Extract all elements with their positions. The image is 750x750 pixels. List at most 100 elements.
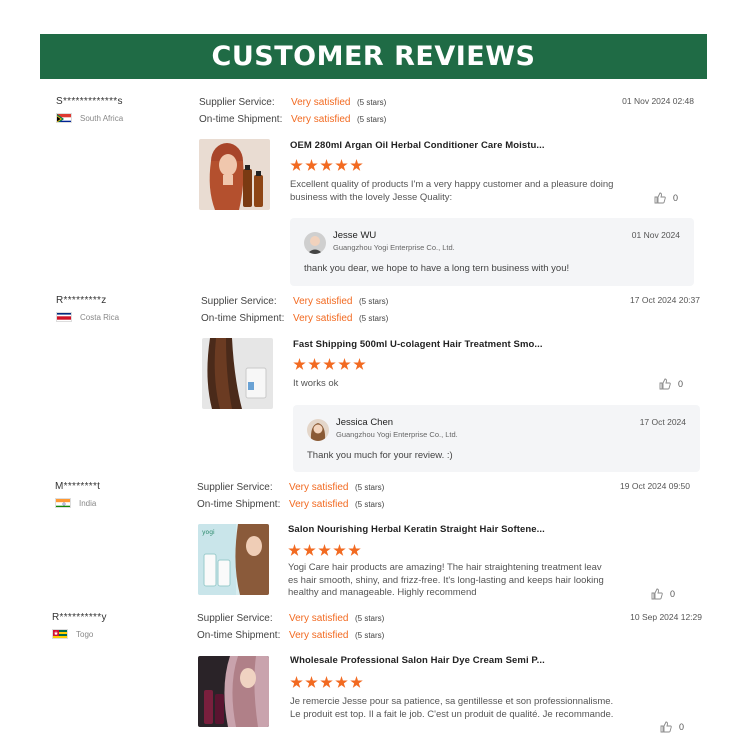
like-button[interactable]: 0 (659, 378, 683, 390)
thumbs-up-icon (654, 192, 666, 204)
reviewer-country: Costa Rica (56, 312, 119, 322)
star-icon (288, 544, 301, 556)
review-item: S*************s South Africa Supplier Se… (56, 96, 716, 291)
star-icon (318, 544, 331, 556)
reviewer-name: R*********z (56, 295, 107, 306)
supplier-service-label: Supplier Service: (201, 296, 277, 307)
reviewer-country: India (55, 498, 96, 508)
shipment-value: Very satisfied (293, 313, 353, 324)
customer-reviews-banner: CUSTOMER REVIEWS (40, 34, 707, 79)
south-africa-flag-icon (56, 113, 72, 123)
reviewer-name: M********t (55, 481, 101, 492)
review-timestamp: 01 Nov 2024 02:48 (622, 96, 694, 106)
country-name: Costa Rica (80, 312, 120, 322)
country-name: Togo (76, 629, 94, 639)
reply-author-name: Jesse WU (333, 230, 377, 241)
star-icon (350, 676, 363, 688)
shipment-stars: (5 stars) (357, 115, 387, 124)
product-rating-stars (293, 358, 366, 371)
star-icon (338, 358, 351, 370)
reply-company: Guangzhou Yogi Enterprise Co., Ltd. (333, 243, 455, 252)
supplier-service-stars: (5 stars) (359, 297, 389, 306)
product-rating-stars (290, 159, 363, 172)
like-count: 0 (678, 379, 684, 389)
supplier-service-stars: (5 stars) (357, 98, 387, 107)
svg-text:yogi: yogi (202, 529, 215, 536)
shipment-label: On-time Shipment: (201, 313, 285, 324)
star-icon (308, 358, 321, 370)
product-image[interactable]: yogi (198, 524, 269, 595)
shipment-row: On-time Shipment: Very satisfied (5 star… (197, 499, 384, 510)
supplier-service-value: Very satisfied (289, 613, 349, 624)
product-title-link[interactable]: OEM 280ml Argan Oil Herbal Conditioner C… (290, 140, 545, 151)
reply-date: 17 Oct 2024 (639, 417, 686, 427)
shipment-value: Very satisfied (289, 630, 349, 641)
product-image[interactable] (199, 139, 270, 210)
review-text: Yogi Care hair products are amazing! The… (288, 562, 604, 598)
like-button[interactable]: 0 (654, 192, 678, 204)
supplier-service-label: Supplier Service: (197, 482, 273, 493)
star-icon (305, 676, 318, 688)
review-text: It works ok (293, 378, 339, 389)
supplier-service-row: Supplier Service: Very satisfied (5 star… (197, 613, 384, 624)
supplier-service-row: Supplier Service: Very satisfied (5 star… (197, 482, 384, 493)
like-count: 0 (673, 193, 679, 203)
product-rating-stars (290, 676, 363, 689)
costa-rica-flag-icon (56, 312, 72, 322)
star-icon (335, 676, 348, 688)
supplier-service-row: Supplier Service: Very satisfied (5 star… (201, 296, 388, 307)
thumbs-up-icon (660, 721, 672, 733)
country-name: South Africa (80, 113, 124, 123)
reply-text: Thank you much for your review. :) (307, 450, 453, 461)
review-item: M********t India Supplier Service: Very … (55, 481, 715, 606)
star-icon (320, 159, 333, 171)
star-icon (293, 358, 306, 370)
like-button[interactable]: 0 (660, 721, 684, 733)
supplier-service-value: Very satisfied (293, 296, 353, 307)
reviewer-name: S*************s (56, 96, 123, 107)
review-timestamp: 10 Sep 2024 12:29 (630, 612, 702, 622)
review-item: R*********z Costa Rica Supplier Service:… (56, 295, 716, 475)
supplier-service-value: Very satisfied (291, 97, 351, 108)
review-text: Excellent quality of products I'm a very… (290, 179, 614, 203)
reply-date: 01 Nov 2024 (631, 230, 680, 240)
star-icon (290, 676, 303, 688)
india-flag-icon (55, 498, 71, 508)
shipment-label: On-time Shipment: (199, 114, 283, 125)
like-button[interactable]: 0 (651, 588, 675, 600)
reply-text: thank you dear, we hope to have a long t… (304, 263, 570, 274)
like-count: 0 (670, 589, 676, 599)
supplier-service-label: Supplier Service: (197, 613, 273, 624)
star-icon (335, 159, 348, 171)
product-title-link[interactable]: Fast Shipping 500ml U-colagent Hair Trea… (293, 339, 543, 350)
star-icon (333, 544, 346, 556)
product-image[interactable] (202, 338, 273, 409)
reviewer-country: Togo (52, 629, 93, 639)
thumbs-up-icon (659, 378, 671, 390)
review-timestamp: 19 Oct 2024 09:50 (620, 481, 690, 491)
shipment-row: On-time Shipment: Very satisfied (5 star… (197, 630, 384, 641)
supplier-service-label: Supplier Service: (199, 97, 275, 108)
togo-flag-icon (52, 629, 68, 639)
shipment-row: On-time Shipment: Very satisfied (5 star… (199, 114, 386, 125)
product-title-link[interactable]: Wholesale Professional Salon Hair Dye Cr… (290, 655, 545, 666)
supplier-service-stars: (5 stars) (355, 614, 385, 623)
like-count: 0 (679, 722, 685, 732)
star-icon (290, 159, 303, 171)
reply-company: Guangzhou Yogi Enterprise Co., Ltd. (336, 430, 458, 439)
avatar (307, 419, 329, 441)
shipment-value: Very satisfied (291, 114, 351, 125)
thumbs-up-icon (651, 588, 663, 600)
shipment-row: On-time Shipment: Very satisfied (5 star… (201, 313, 388, 324)
supplier-service-stars: (5 stars) (355, 483, 385, 492)
product-image[interactable] (198, 656, 269, 727)
shipment-stars: (5 stars) (355, 500, 385, 509)
supplier-service-row: Supplier Service: Very satisfied (5 star… (199, 97, 386, 108)
country-name: India (79, 498, 97, 508)
reviewer-country: South Africa (56, 113, 123, 123)
product-title-link[interactable]: Salon Nourishing Herbal Keratin Straight… (288, 524, 545, 535)
seller-reply: Jesse WU Guangzhou Yogi Enterprise Co., … (290, 218, 694, 286)
star-icon (305, 159, 318, 171)
avatar (304, 232, 326, 254)
review-timestamp: 17 Oct 2024 20:37 (630, 295, 700, 305)
